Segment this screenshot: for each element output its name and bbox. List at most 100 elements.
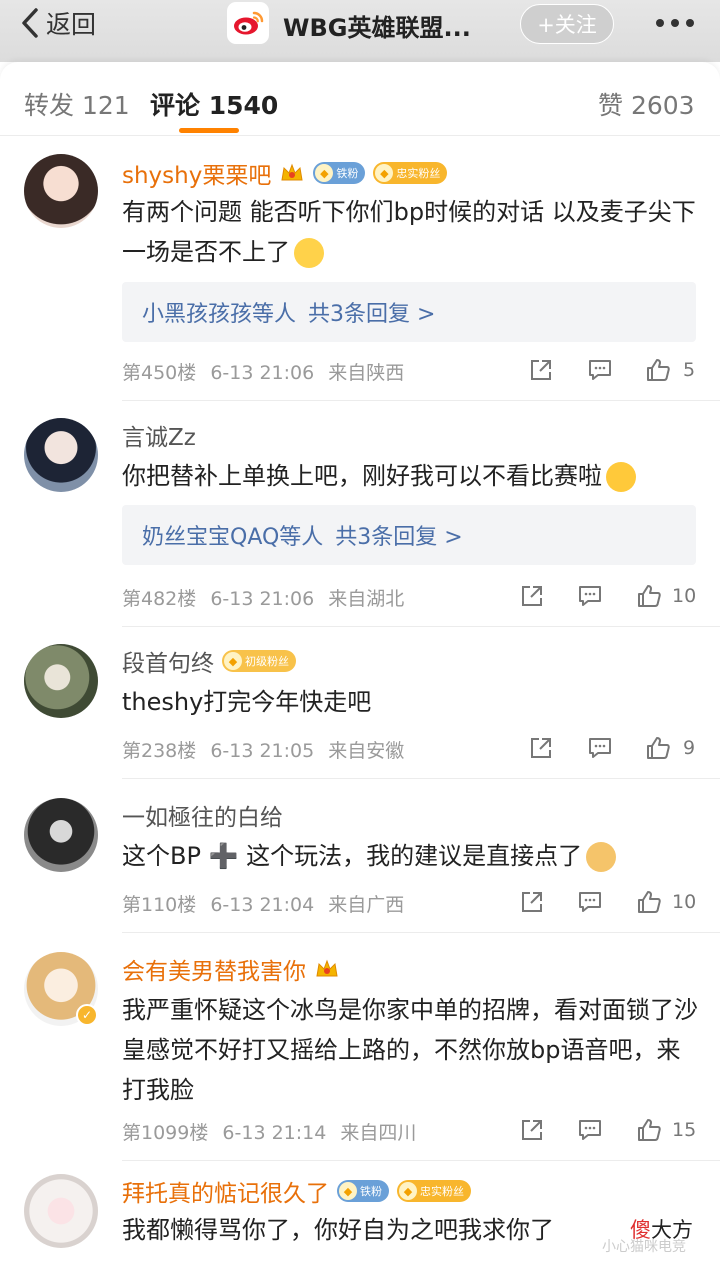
like-button[interactable]: 15 [636, 1117, 696, 1143]
badge-label: 忠实粉丝 [396, 167, 441, 180]
user-row: 会有美男替我害你 [122, 952, 340, 986]
reply-button[interactable] [587, 735, 613, 761]
tab-repost[interactable]: 转发 121 [24, 86, 130, 122]
comment-text: theshy打完今年快走吧 [122, 688, 372, 716]
share-button[interactable] [519, 889, 545, 915]
divider [122, 932, 720, 933]
like-count: 9 [683, 737, 696, 759]
comment-text: 我都懒得骂你了，你好自为之吧我求你了 [122, 1216, 554, 1244]
location: 来自安徽 [328, 740, 405, 762]
location: 来自广西 [328, 894, 405, 916]
more-dot-icon [686, 19, 694, 27]
reply-users: 小黑孩孩孩等人 [142, 302, 297, 327]
like-button[interactable]: 5 [645, 357, 695, 383]
badge-label: 铁粉 [336, 167, 359, 180]
junior-fan-badge: ◆ 初级粉丝 [222, 650, 296, 672]
crown-icon [316, 959, 338, 977]
more-options-button[interactable] [656, 8, 694, 38]
tab-comments[interactable]: 评论 1540 [150, 86, 278, 122]
more-dot-icon [671, 19, 679, 27]
reply-button[interactable] [587, 357, 613, 383]
back-label: 返回 [46, 10, 97, 39]
doge-emoji-icon [586, 842, 617, 872]
top-bar: 返回 WBG英雄联盟... +关注 [0, 0, 720, 62]
timestamp: 6-13 21:04 [210, 894, 315, 916]
share-button[interactable] [519, 583, 545, 609]
username[interactable]: 言诚Zz [122, 418, 196, 452]
reply-button[interactable] [577, 889, 603, 915]
username[interactable]: 一如極往的白给 [122, 798, 283, 832]
share-button[interactable] [519, 1117, 545, 1143]
like-count: 10 [672, 585, 697, 607]
user-row: 言诚Zz [122, 418, 196, 452]
comment-text: 这个BP ➕ 这个玩法，我的建议是直接点了 [122, 836, 702, 876]
floor-number: 第238楼 [122, 740, 197, 762]
reply-count: 共3条回复 > [335, 525, 463, 550]
diamond-icon: ◆ [375, 164, 394, 182]
like-button[interactable]: 10 [636, 583, 696, 609]
avatar[interactable] [24, 798, 98, 872]
avatar[interactable] [24, 154, 98, 228]
location: 来自陕西 [328, 362, 405, 384]
badge-label: 初级粉丝 [245, 655, 289, 668]
user-row: 段首句终 ◆ 初级粉丝 [122, 644, 296, 678]
share-icon [531, 360, 551, 380]
floor-number: 第482楼 [122, 588, 197, 610]
comment-body: 你把替补上单换上吧，刚好我可以不看比赛啦 [122, 462, 602, 490]
comment-body: 这个BP ➕ 这个玩法，我的建议是直接点了 [122, 842, 583, 870]
avatar[interactable] [24, 644, 98, 718]
back-button[interactable]: 返回 [20, 6, 96, 40]
avatar[interactable] [24, 1174, 98, 1248]
timestamp: 6-13 21:14 [222, 1122, 327, 1144]
divider [122, 778, 720, 779]
share-icon [522, 586, 542, 606]
comment-meta: 第238楼 6-13 21:05 来自安徽 [122, 736, 412, 763]
weibo-logo-icon [227, 2, 269, 44]
like-button[interactable]: 9 [645, 735, 695, 761]
comment-meta: 第1099楼 6-13 21:14 来自四川 [122, 1118, 424, 1145]
tab-likes[interactable]: 赞 2603 [598, 86, 695, 122]
share-button[interactable] [528, 735, 554, 761]
like-count: 10 [672, 891, 697, 913]
reply-button[interactable] [577, 583, 603, 609]
divider [122, 400, 720, 401]
username[interactable]: 段首句终 [122, 644, 214, 678]
diamond-icon: ◆ [315, 164, 334, 182]
iron-fan-badge: ◆ 铁粉 [313, 162, 366, 184]
comment-icon [589, 738, 611, 758]
reply-button[interactable] [577, 1117, 603, 1143]
thumbs-up-icon [647, 737, 670, 759]
iron-fan-badge: ◆ 铁粉 [337, 1180, 389, 1202]
like-button[interactable]: 10 [636, 889, 696, 915]
loyal-fan-badge: ◆ 忠实粉丝 [397, 1180, 471, 1202]
tab-bar: 转发 121 评论 1540 赞 2603 [0, 62, 720, 136]
share-icon [522, 1120, 542, 1140]
replies-preview[interactable]: 奶丝宝宝QAQ等人 共3条回复 > [122, 505, 696, 565]
username[interactable]: 拜托真的惦记很久了 [122, 1174, 329, 1208]
follow-button[interactable]: +关注 [520, 4, 614, 44]
location: 来自湖北 [328, 588, 405, 610]
share-icon [522, 892, 542, 912]
location: 来自四川 [340, 1122, 417, 1144]
like-count: 5 [683, 359, 696, 381]
reply-users: 奶丝宝宝QAQ等人 [142, 525, 324, 550]
floor-number: 第110楼 [122, 894, 197, 916]
thumbs-up-icon [647, 359, 670, 381]
replies-preview[interactable]: 小黑孩孩孩等人 共3条回复 > [122, 282, 696, 342]
like-count: 15 [672, 1119, 697, 1141]
chevron-left-icon [22, 8, 38, 38]
share-button[interactable] [528, 357, 554, 383]
divider [122, 626, 720, 627]
avatar[interactable] [24, 418, 98, 492]
username[interactable]: shyshy栗栗吧 [122, 156, 271, 190]
thumbs-up-icon [638, 1119, 661, 1141]
user-row: 拜托真的惦记很久了 ◆ 铁粉 ◆ 忠实粉丝 [122, 1174, 471, 1208]
badge-label: 忠实粉丝 [420, 1185, 464, 1198]
divider [122, 1160, 720, 1161]
badge-label: 铁粉 [360, 1185, 382, 1198]
timestamp: 6-13 21:05 [210, 740, 315, 762]
diamond-icon: ◆ [399, 1182, 417, 1200]
comment-meta: 第450楼 6-13 21:06 来自陕西 [122, 358, 412, 385]
page-title[interactable]: WBG英雄联盟... [283, 8, 471, 43]
username[interactable]: 会有美男替我害你 [122, 952, 306, 986]
